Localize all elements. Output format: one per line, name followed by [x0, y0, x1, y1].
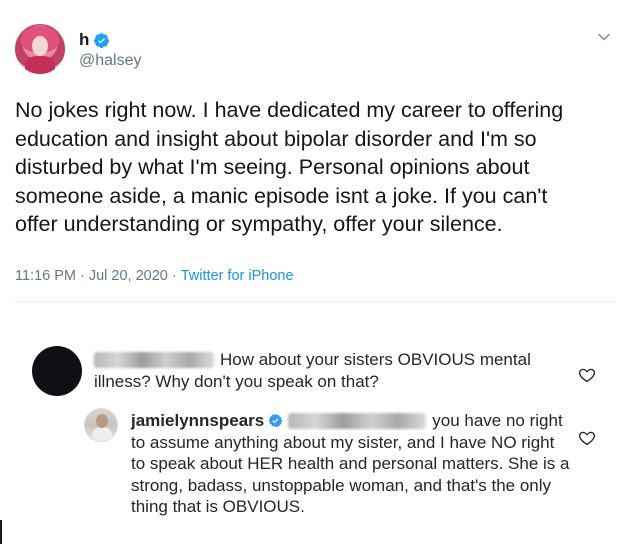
tweet-text: No jokes right now. I have dedicated my … [15, 98, 564, 237]
heart-outline-icon[interactable] [578, 366, 596, 384]
reply-item: jamielynnspears you have no right to assu… [0, 400, 620, 544]
tweet-author[interactable]: h [79, 30, 110, 50]
comment-username[interactable]: jamielynnspears [131, 411, 264, 430]
meta-separator: · [80, 268, 85, 284]
tweet-source-link[interactable]: Twitter for iPhone [181, 268, 294, 284]
divider [15, 301, 615, 302]
comment-body: jamielynnspears you have no right to assu… [131, 410, 571, 518]
verified-badge-icon [94, 32, 110, 48]
commenter-avatar[interactable] [32, 346, 82, 396]
redacted-mention [288, 413, 427, 429]
jamielynnspears-avatar[interactable] [84, 408, 118, 442]
tweet-metadata: 11:16 PM · Jul 20, 2020 · Twitter for iP… [15, 268, 294, 284]
screenshot-edge [0, 520, 2, 544]
halsey-avatar[interactable] [15, 24, 65, 74]
comment-body: How about your sisters OBVIOUS mental il… [94, 349, 574, 392]
chevron-down-icon[interactable] [597, 30, 611, 44]
comment-item: How about your sisters OBVIOUS mental il… [0, 330, 620, 400]
verified-badge-icon [268, 413, 283, 428]
user-handle[interactable]: @halsey [79, 52, 142, 70]
display-name[interactable]: h [79, 30, 89, 50]
tweet-time[interactable]: 11:16 PM [15, 268, 76, 284]
heart-outline-icon[interactable] [578, 429, 596, 447]
meta-separator: · [171, 268, 177, 284]
redacted-username [94, 352, 214, 368]
tweet-card: h @halsey No jokes right now. I have ded… [0, 0, 620, 320]
tweet-date[interactable]: Jul 20, 2020 [89, 268, 168, 284]
